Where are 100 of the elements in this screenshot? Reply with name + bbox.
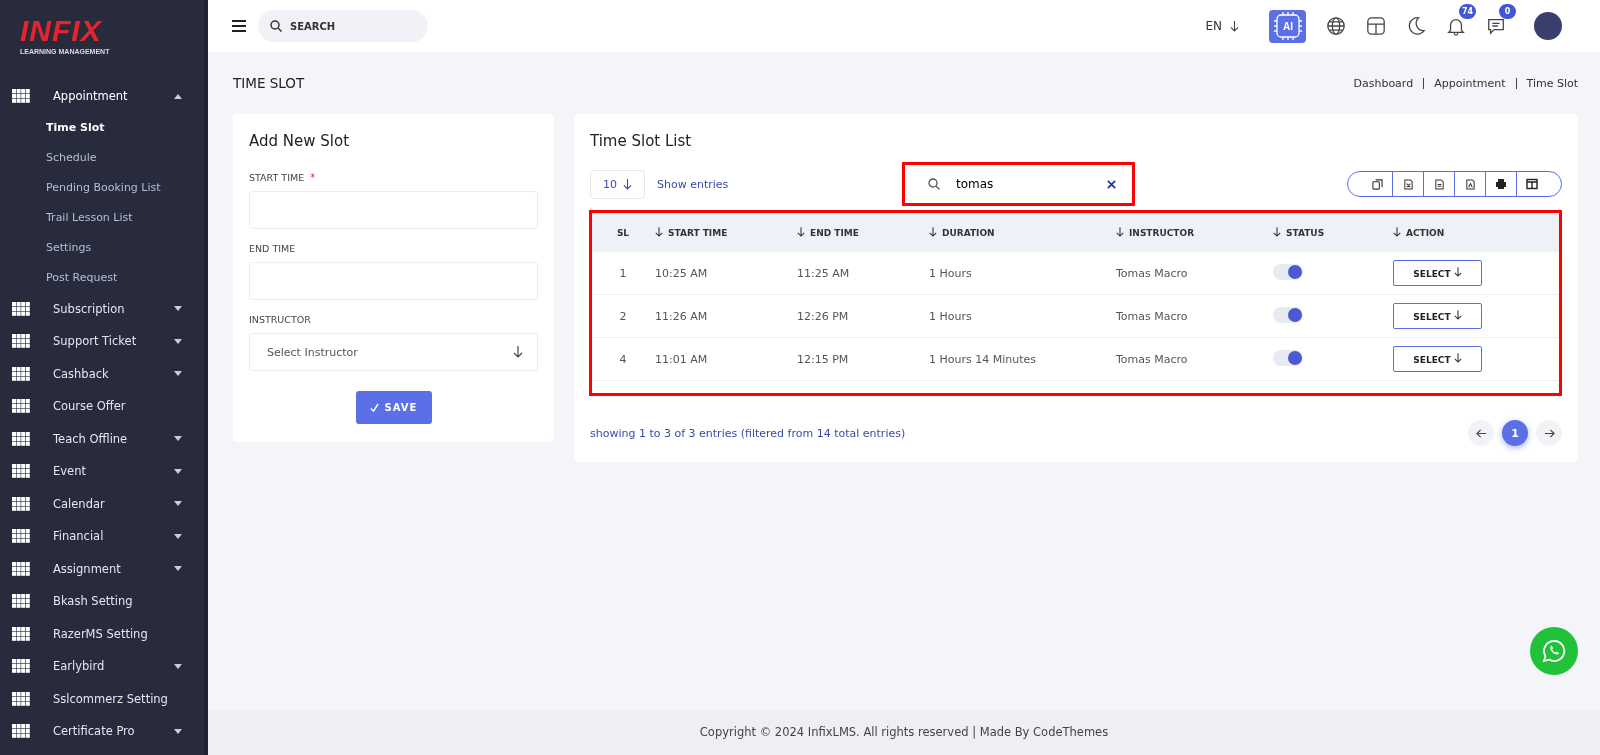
caret-icon [174, 93, 182, 99]
notification-count: 74 [1459, 4, 1476, 19]
grid-icon [12, 431, 30, 446]
table-cell: Tomas Macro [1115, 252, 1272, 295]
caret-icon [174, 436, 182, 442]
caret-icon [174, 468, 182, 474]
column-header[interactable]: STATUS [1272, 213, 1392, 252]
arrow-down-icon [655, 227, 663, 237]
entries-summary: showing 1 to 3 of 3 entries (filtered from 14 total entries) [590, 426, 906, 440]
copy-icon [1371, 178, 1383, 190]
caret-icon [174, 338, 182, 344]
grid-icon [12, 89, 30, 104]
column-header[interactable]: END TIME [796, 213, 928, 252]
show-entries-label: Show entries [657, 177, 729, 191]
sidebar-subitem[interactable]: Schedule [0, 142, 204, 173]
arrow-down-icon [929, 227, 937, 237]
sidebar-subitem[interactable]: Trail Lesson List [0, 202, 204, 233]
avatar[interactable] [1534, 12, 1562, 40]
caret-icon [174, 501, 182, 507]
previous-page-button[interactable] [1468, 420, 1494, 446]
grid-icon [12, 691, 30, 706]
arrow-down-icon [1453, 310, 1462, 320]
column-header[interactable]: ACTION [1392, 213, 1559, 252]
layout-icon[interactable] [1366, 16, 1386, 36]
next-page-button[interactable] [1536, 420, 1562, 446]
select-button[interactable]: SELECT [1393, 346, 1482, 372]
globe-icon[interactable] [1326, 16, 1346, 36]
sidebar-item[interactable]: Financial [0, 520, 204, 553]
sidebar-item[interactable]: Calendar [0, 487, 204, 520]
check-icon [369, 403, 379, 412]
grid-icon [12, 301, 30, 316]
breadcrumb-link[interactable]: Time Slot [1526, 76, 1578, 90]
sidebar-item[interactable]: Course Offer [0, 390, 204, 423]
column-header[interactable]: DURATION [928, 213, 1115, 252]
file-icon [1464, 178, 1476, 190]
caret-icon [174, 663, 182, 669]
sidebar-item[interactable]: Subscription [0, 292, 204, 325]
sidebar-subitem[interactable]: Time Slot [0, 112, 204, 143]
search-icon [270, 20, 282, 32]
sidebar-subitem[interactable]: Pending Booking List [0, 172, 204, 203]
breadcrumb-link[interactable]: Appointment [1434, 76, 1506, 90]
sidebar-item[interactable]: Support Ticket [0, 325, 204, 358]
sidebar-item[interactable]: RazerMS Setting [0, 617, 204, 650]
sidebar-item[interactable]: Bkash Setting [0, 585, 204, 618]
column-header[interactable]: START TIME [654, 213, 796, 252]
menu-icon[interactable] [232, 20, 246, 32]
status-toggle[interactable] [1273, 263, 1303, 280]
select-button[interactable]: SELECT [1393, 303, 1482, 329]
field-label: INSTRUCTOR [249, 314, 311, 325]
bell-icon[interactable] [1446, 16, 1466, 36]
card-title: Add New Slot [249, 132, 351, 150]
chat-icon[interactable] [1486, 16, 1506, 36]
sidebar-item[interactable]: Appointment [0, 80, 204, 113]
status-toggle[interactable] [1273, 306, 1303, 323]
grid-icon [12, 334, 30, 349]
sidebar-item[interactable]: Sslcommerz Setting [0, 682, 204, 715]
page-button[interactable]: 1 [1502, 420, 1528, 446]
caret-icon [174, 533, 182, 539]
grid-icon [12, 399, 30, 414]
column-header[interactable]: SL [592, 213, 654, 252]
arrow-down-icon [797, 227, 805, 237]
sidebar-item[interactable]: Cashback [0, 357, 204, 390]
arrow-down-icon [1453, 267, 1462, 277]
save-button[interactable]: SAVE [355, 391, 432, 424]
field-label: START TIME * [249, 172, 316, 183]
grid-icon [12, 529, 30, 544]
search-field[interactable]: SEARCH [258, 10, 428, 42]
file-icon [1433, 178, 1445, 190]
sidebar-subitem[interactable]: Settings [0, 232, 204, 263]
table-cell: Tomas Macro [1115, 337, 1272, 381]
grid-icon [12, 464, 30, 479]
table-cell: 10:25 AM [654, 252, 796, 295]
sidebar-item[interactable]: Event [0, 455, 204, 488]
sidebar-item[interactable]: Certificate Pro [0, 715, 204, 748]
field-label: END TIME [249, 243, 296, 254]
column-header[interactable]: INSTRUCTOR [1115, 213, 1272, 252]
file-icon [1402, 178, 1414, 190]
page-size-select[interactable]: 10 [590, 169, 645, 199]
select-field[interactable]: Select Instructor [249, 333, 538, 371]
status-toggle[interactable] [1273, 349, 1303, 366]
breadcrumb-link[interactable]: Dashboard [1353, 76, 1414, 90]
grid-icon [12, 366, 30, 381]
phone-bubble-icon [1542, 639, 1566, 663]
grid-icon [12, 626, 30, 641]
caret-icon [174, 566, 182, 572]
language-selector[interactable]: EN [1205, 19, 1239, 33]
table-cell: 1 Hours [928, 294, 1115, 338]
close-icon[interactable] [1107, 180, 1116, 189]
moon-icon[interactable] [1406, 16, 1426, 36]
sidebar-item[interactable]: Assignment [0, 552, 204, 585]
page-title: TIME SLOT [233, 75, 305, 91]
sidebar-item[interactable]: Teach Offline [0, 422, 204, 455]
arrow-down-icon [513, 346, 523, 358]
grid-icon [12, 659, 30, 674]
select-button[interactable]: SELECT [1393, 260, 1482, 286]
sidebar-item[interactable]: Earlybird [0, 650, 204, 683]
sidebar-subitem[interactable]: Post Request [0, 262, 204, 293]
grid-icon [12, 594, 30, 609]
arrow-down-icon [1453, 353, 1462, 363]
arrow-down-icon [623, 178, 632, 190]
